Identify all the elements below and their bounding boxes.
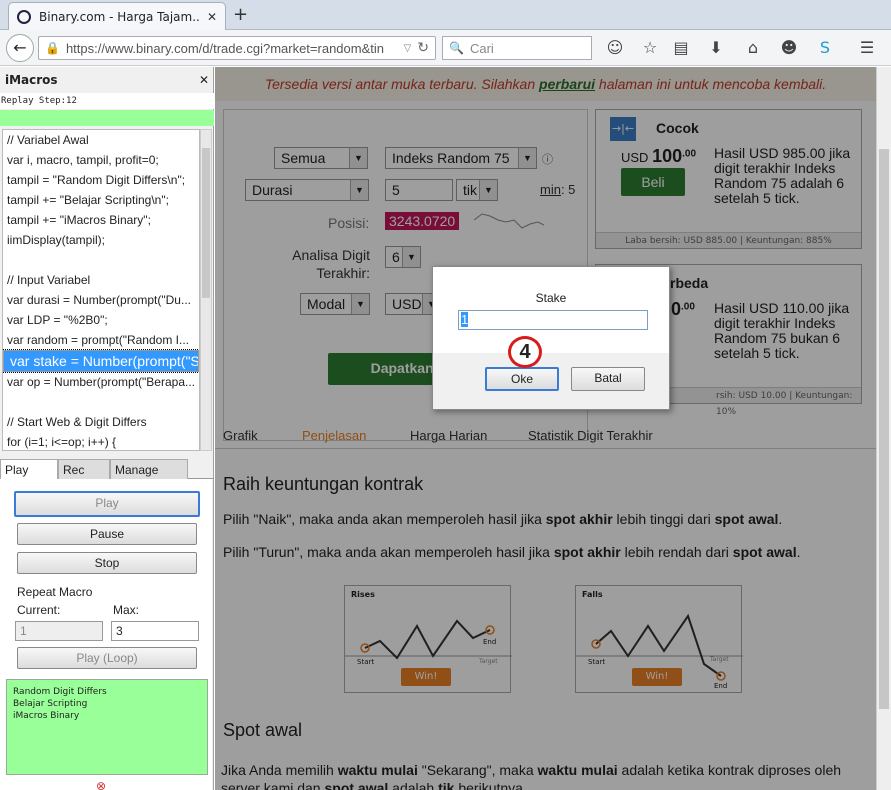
play-button[interactable]: Play	[14, 491, 200, 517]
error-icon[interactable]: ⊗	[96, 779, 106, 790]
reading-list-icon[interactable]: ▤	[670, 38, 692, 57]
search-input[interactable]: 🔍 Cari	[442, 36, 592, 60]
code-line[interactable]: var LDP = "%2B0";	[3, 310, 199, 330]
close-tab-icon[interactable]: ✕	[207, 10, 217, 24]
dialog-label: Stake	[535, 291, 567, 305]
tab-play[interactable]: Play	[0, 459, 58, 479]
dropdown-arrow-icon[interactable]: ▽	[404, 43, 412, 54]
code-line[interactable]: var i, macro, tampil, profit=0;	[3, 150, 199, 170]
current-field: 1	[15, 621, 103, 641]
imacros-icon[interactable]: ☺	[604, 38, 626, 57]
tab-title: Binary.com - Harga Tajam...	[39, 9, 199, 24]
panel-title: iMacros	[5, 73, 58, 87]
code-line[interactable]	[3, 250, 199, 270]
panel-header: iMacros ✕	[0, 67, 214, 93]
output-line: Random Digit Differs	[13, 687, 107, 697]
panel-tabs: Play Rec Manage	[0, 459, 214, 479]
code-line[interactable]: tampil += "Belajar Scripting\n";	[3, 190, 199, 210]
stake-input[interactable]: 1	[458, 310, 648, 330]
code-line[interactable]: for (i=1; i<=op; i++) {	[3, 432, 199, 450]
code-line[interactable]: tampil += "iMacros Binary";	[3, 210, 199, 230]
tab-rec[interactable]: Rec	[58, 459, 110, 479]
search-icon: 🔍	[449, 41, 464, 55]
imacros-panel: iMacros ✕ Replay Step:12 // Variabel Awa…	[0, 67, 214, 790]
reload-icon[interactable]: ↻	[417, 40, 429, 56]
replay-step: Replay Step:12	[0, 93, 214, 109]
download-icon[interactable]: ⬇	[705, 38, 727, 57]
dialog-body: Stake 1	[433, 267, 669, 353]
menu-icon[interactable]: ☰	[856, 38, 878, 57]
code-line[interactable]: // Variabel Awal	[3, 130, 199, 150]
code-line[interactable]: tampil = "Random Digit Differs\n";	[3, 170, 199, 190]
skype-icon[interactable]: S	[814, 38, 836, 57]
code-line[interactable]: var random = prompt("Random I...	[3, 330, 199, 350]
scroll-thumb[interactable]	[879, 149, 889, 709]
status-bar	[0, 110, 214, 126]
scroll-thumb[interactable]	[202, 148, 210, 298]
close-panel-icon[interactable]: ✕	[199, 73, 209, 87]
code-line[interactable]: // Input Variabel	[3, 270, 199, 290]
modal-overlay	[215, 67, 876, 790]
page-scrollbar[interactable]	[876, 67, 891, 790]
stake-value: 1	[461, 312, 469, 327]
step-marker: 4	[508, 336, 542, 368]
ok-button[interactable]: Oke	[485, 367, 559, 391]
new-tab-icon[interactable]: +	[233, 4, 248, 25]
max-field[interactable]: 3	[111, 621, 199, 641]
macro-code-view[interactable]: // Variabel Awal var i, macro, tampil, p…	[2, 129, 200, 451]
code-line[interactable]: var durasi = Number(prompt("Du...	[3, 290, 199, 310]
bookmark-star-icon[interactable]: ☆	[639, 38, 661, 57]
repeat-macro-label: Repeat Macro	[17, 585, 93, 599]
cancel-button[interactable]: Batal	[571, 367, 645, 391]
output-line: Belajar Scripting	[13, 699, 88, 709]
search-placeholder: Cari	[469, 40, 494, 56]
code-line[interactable]: // Start Web & Digit Differs	[3, 412, 199, 432]
pause-button[interactable]: Pause	[17, 523, 197, 545]
tab-strip: Binary.com - Harga Tajam... ✕ +	[0, 0, 891, 30]
max-label: Max:	[113, 603, 140, 617]
code-scrollbar[interactable]	[200, 129, 212, 451]
stop-button[interactable]: Stop	[17, 552, 197, 574]
code-line[interactable]: iimDisplay(tampil);	[3, 230, 199, 250]
code-line-selected[interactable]: var stake = Number(prompt("Stak...	[3, 349, 199, 373]
prompt-dialog: Stake 1 Oke Batal	[432, 266, 670, 410]
output-line: iMacros Binary	[13, 711, 80, 721]
lock-icon: 🔒	[45, 41, 60, 55]
url-text: https://www.binary.com/d/trade.cgi?marke…	[65, 40, 384, 56]
current-label: Current:	[17, 603, 61, 617]
browser-tab[interactable]: Binary.com - Harga Tajam... ✕	[8, 2, 226, 30]
address-bar[interactable]: 🔒 https://www.binary.com/d/trade.cgi?mar…	[38, 36, 436, 60]
play-loop-button[interactable]: Play (Loop)	[17, 647, 197, 669]
site-favicon-icon	[17, 9, 31, 24]
output-display: Random Digit Differs Belajar Scripting i…	[6, 679, 208, 775]
tab-manage[interactable]: Manage	[110, 459, 188, 479]
home-icon[interactable]: ⌂	[742, 38, 764, 57]
code-line[interactable]: var op = Number(prompt("Berapa...	[3, 372, 199, 392]
back-arrow-icon[interactable]: ←	[6, 34, 34, 62]
chat-icon[interactable]: ☻	[778, 38, 800, 57]
code-line[interactable]	[3, 392, 199, 412]
